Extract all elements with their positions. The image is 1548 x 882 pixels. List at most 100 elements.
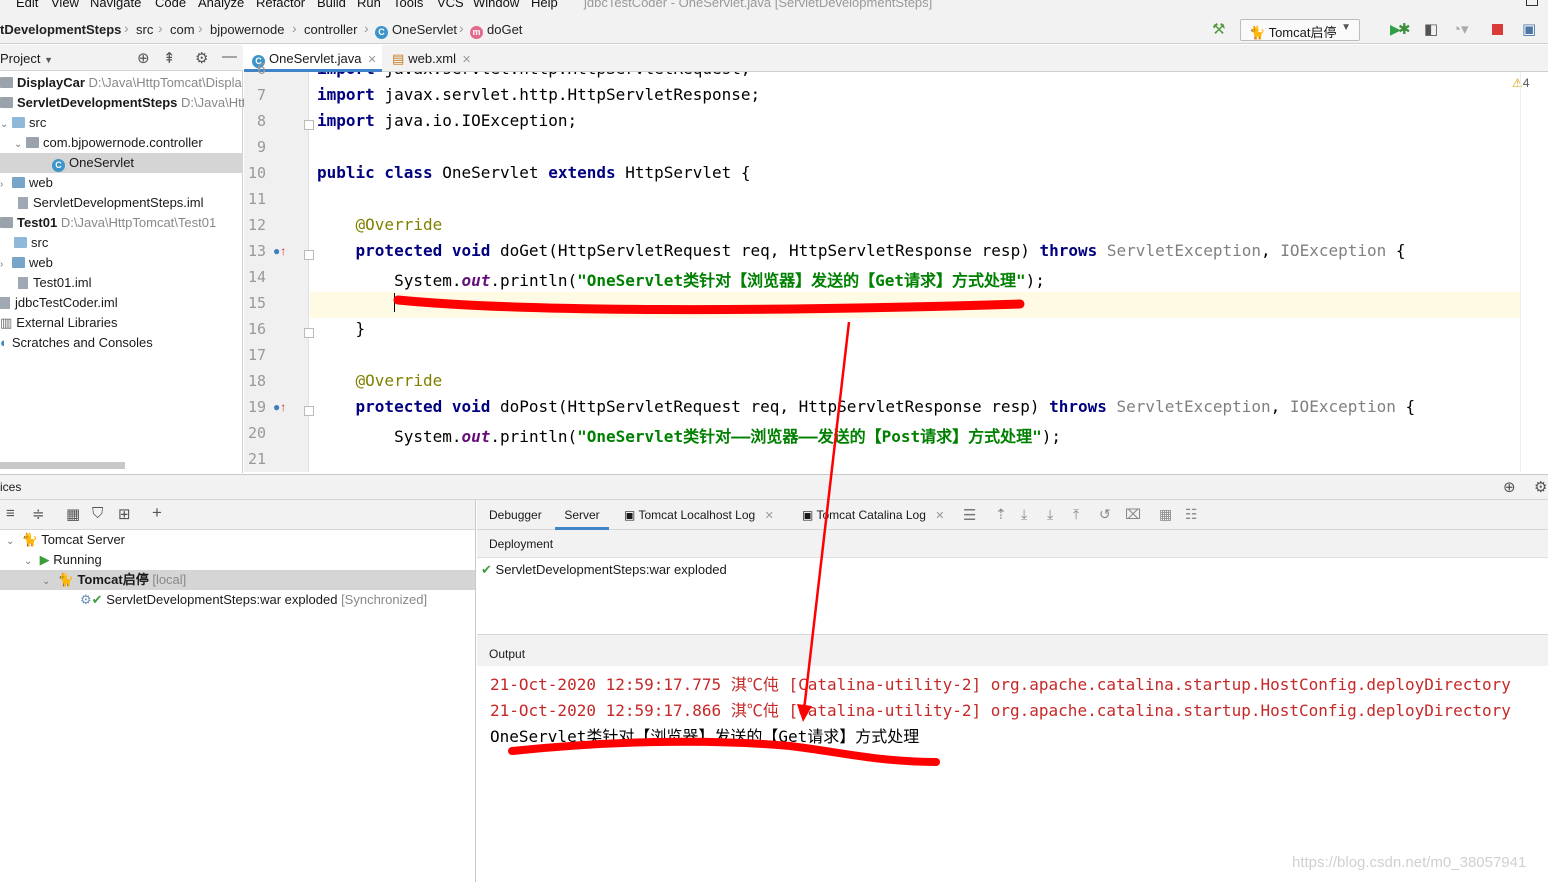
tree-item-artifact[interactable]: ⚙✔ ServletDevelopmentSteps:war exploded … [80, 590, 427, 610]
chevron-right-icon: › [124, 20, 129, 36]
tree-item-oneservlet[interactable]: C OneServlet [0, 153, 243, 173]
tree-item-label: src [29, 115, 47, 130]
menu-vcs[interactable]: VCS [437, 0, 464, 10]
tree-item-test01[interactable]: Test01 D:\Java\HttpTomcat\Test01 [0, 213, 243, 233]
right-margin-guide [1520, 72, 1521, 472]
scroll-up-icon[interactable]: ⇡ [995, 506, 1007, 523]
table-icon[interactable]: ▦ [1159, 506, 1172, 523]
tree-item-tag: [local] [152, 572, 187, 587]
menu-run[interactable]: Run [357, 0, 381, 10]
code-area[interactable]: import javax.servlet.http.HttpServletReq… [244, 72, 1520, 472]
layout-icon[interactable]: ☷ [1185, 506, 1198, 523]
tree-item-web[interactable]: › web [0, 173, 243, 193]
tree-item-web[interactable]: › web [0, 253, 243, 273]
services-tree: ⌄ 🐈 Tomcat Server ⌄ ▶ Running ⌄ 🐈 Tomcat… [0, 530, 476, 882]
iml-file-icon [0, 297, 10, 309]
tree-item-path: D:\Java\HttpTomcat\Displa [88, 75, 242, 90]
group-icon[interactable]: ▦ [66, 505, 80, 523]
breadcrumb-project[interactable]: tDevelopmentSteps [0, 22, 121, 37]
tab-web-xml[interactable]: ▤ web.xml ✕ [384, 45, 484, 72]
tree-item-tomcat-server[interactable]: ⌄ 🐈 Tomcat Server [6, 530, 125, 550]
close-icon[interactable]: ✕ [765, 510, 774, 522]
tab-server[interactable]: Server [555, 500, 609, 530]
tree-item-iml[interactable]: ServletDevelopmentSteps.iml [0, 193, 243, 213]
scroll-end-icon[interactable]: ⤓ [1047, 506, 1053, 523]
breadcrumb-oneservlet[interactable]: C OneServlet [375, 22, 457, 39]
code-line-20: System.out.println("OneServlet类针对——浏览器——… [317, 427, 1062, 446]
project-title: Project [0, 51, 41, 66]
dropdown-arrow-icon: ▼ [44, 55, 54, 65]
output-console[interactable]: 21-Oct-2020 12:59:17.775 淇℃伅 [Catalina-u… [477, 666, 1548, 882]
close-icon[interactable]: ✕ [935, 510, 944, 522]
library-icon: ▥ [0, 315, 13, 330]
tree-item-iml[interactable]: jdbcTestCoder.iml [0, 293, 243, 313]
tree-item-iml[interactable]: Test01.iml [0, 273, 243, 293]
tree-item-src[interactable]: src [0, 233, 243, 253]
menu-analyze[interactable]: Analyze [198, 0, 244, 10]
code-line-7: import javax.servlet.http.HttpServletRes… [317, 85, 761, 104]
project-view-selector[interactable]: Project ▼ [0, 51, 53, 66]
tree-item-external-libraries[interactable]: ▥ External Libraries [0, 313, 243, 333]
stop-icon[interactable] [1492, 24, 1503, 35]
tree-item-label: Running [53, 552, 102, 567]
download-icon[interactable]: ⤓ [1021, 506, 1027, 523]
menu-edit[interactable]: Edit [16, 0, 38, 10]
folder-icon [12, 117, 25, 128]
menu-icon[interactable]: ☰ [963, 506, 976, 524]
breadcrumb-src[interactable]: src [136, 22, 153, 37]
tomcat-icon: 🐈 [1249, 25, 1266, 40]
menu-build[interactable]: Build [317, 0, 346, 10]
tree-item-scratches[interactable]: ◐ Scratches and Consoles [0, 333, 243, 353]
filter-icon[interactable]: ⛉ [92, 505, 103, 522]
collapse-all-icon[interactable]: ≑ [32, 505, 45, 523]
menu-help[interactable]: Help [531, 0, 558, 10]
debug-icon[interactable]: ✱ [1398, 22, 1411, 37]
gear-icon[interactable]: ⚙ [1534, 478, 1547, 496]
clear-icon[interactable]: ⌧ [1125, 506, 1141, 523]
deployment-item[interactable]: ✔ ServletDevelopmentSteps:war exploded [481, 562, 727, 578]
close-icon[interactable]: ✕ [368, 54, 377, 66]
tree-item-src[interactable]: ⌄ src [0, 113, 243, 133]
new-tab-icon[interactable]: ⊞ [118, 505, 131, 523]
profile-icon[interactable]: ◔▾ [1452, 22, 1469, 37]
build-hammer-icon[interactable]: ⚒ [1212, 22, 1225, 37]
gear-icon[interactable]: ⚙ [195, 49, 208, 67]
tree-item-label: Test01.iml [33, 275, 92, 290]
settings-icon[interactable]: ⊕ [1503, 478, 1516, 496]
upload-icon[interactable]: ⤒ [1073, 506, 1079, 523]
maximize-icon[interactable] [1526, 0, 1538, 6]
tab-tomcat-localhost-log[interactable]: ▣ Tomcat Localhost Log ✕ [624, 508, 774, 522]
menu-navigate[interactable]: Navigate [90, 0, 141, 10]
tree-item-servletdevelopmentsteps[interactable]: ServletDevelopmentSteps D:\Java\Htt [0, 93, 245, 113]
horizontal-scrollbar[interactable] [0, 462, 125, 469]
close-icon[interactable]: ✕ [462, 54, 471, 66]
hide-icon[interactable]: — [222, 48, 237, 65]
expand-all-icon[interactable]: ≡ [6, 505, 15, 522]
breadcrumb-controller[interactable]: controller [304, 22, 357, 37]
tree-item-displaycar[interactable]: DisplayCar D:\Java\HttpTomcat\Displa [0, 73, 243, 93]
tree-item-package[interactable]: ⌄ com.bjpowernode.controller [0, 133, 243, 153]
add-icon[interactable]: + [152, 503, 162, 523]
run-configuration-select[interactable]: 🐈 Tomcat启停 ▼ [1240, 19, 1360, 41]
tree-item-running[interactable]: ⌄ ▶ Running [24, 550, 102, 570]
tab-debugger[interactable]: Debugger [489, 508, 542, 522]
menu-refactor[interactable]: Refactor [256, 0, 305, 10]
locate-icon[interactable]: ⊕ [137, 49, 150, 67]
menu-code[interactable]: Code [155, 0, 186, 10]
tree-item-label: ServletDevelopmentSteps:war exploded [106, 592, 338, 607]
project-structure-icon[interactable]: ▣ [1522, 22, 1536, 37]
coverage-icon[interactable]: ◧ [1424, 22, 1438, 37]
menu-view[interactable]: View [51, 0, 79, 10]
chevron-right-icon: › [0, 259, 4, 270]
soft-wrap-icon[interactable]: ↺ [1099, 506, 1111, 523]
breadcrumb-com[interactable]: com [170, 22, 195, 37]
chevron-right-icon: › [158, 20, 163, 36]
breadcrumb-doget[interactable]: m doGet [470, 22, 522, 39]
menu-tools[interactable]: Tools [393, 0, 423, 10]
tab-tomcat-catalina-log[interactable]: ▣ Tomcat Catalina Log ✕ [802, 508, 944, 522]
code-line-13: protected void doGet(HttpServletRequest … [355, 241, 1406, 260]
menu-window[interactable]: Window [473, 0, 519, 10]
breadcrumb-bjpowernode[interactable]: bjpowernode [210, 22, 284, 37]
tree-item-tomcat-config[interactable]: ⌄ 🐈 Tomcat启停 [local] [0, 570, 475, 590]
collapse-all-icon[interactable]: ⇞ [163, 49, 176, 67]
